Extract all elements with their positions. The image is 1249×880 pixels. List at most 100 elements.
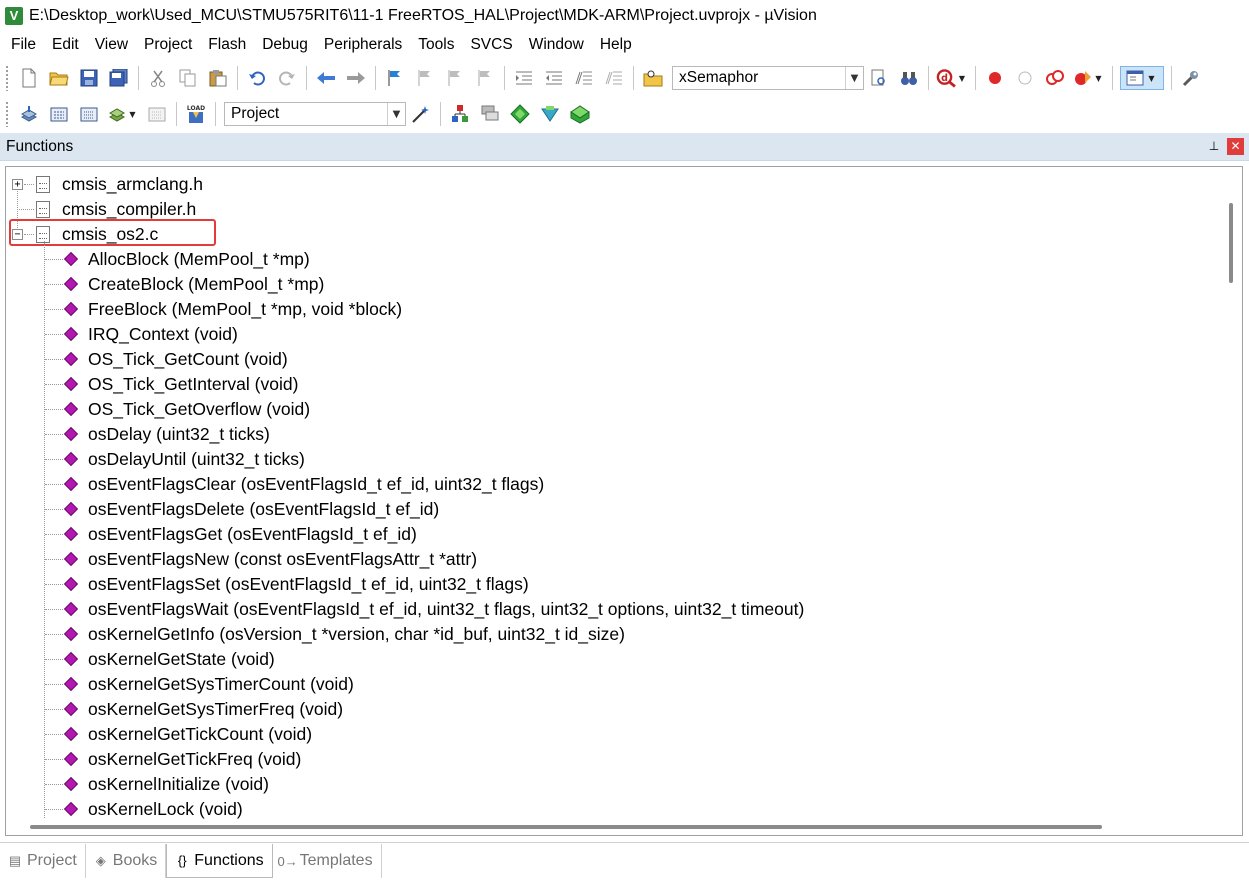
tree-function-item[interactable]: osEventFlagsDelete (osEventFlagsId_t ef_… xyxy=(88,497,439,522)
save-button[interactable] xyxy=(77,66,101,90)
tree-function-item[interactable]: osKernelGetTickCount (void) xyxy=(88,722,312,747)
function-signature: OS_Tick_GetOverflow (void) xyxy=(88,399,311,419)
tree-function-item[interactable]: osEventFlagsSet (osEventFlagsId_t ef_id,… xyxy=(88,572,529,597)
tab-label: Functions xyxy=(194,851,264,869)
translate-button[interactable] xyxy=(17,102,41,126)
chevron-down-icon[interactable]: ▼ xyxy=(129,110,135,119)
tab-books[interactable]: ◈ Books xyxy=(86,844,167,878)
vertical-scrollbar[interactable] xyxy=(1220,167,1242,819)
find-combo[interactable]: xSemaphor ▼ xyxy=(672,66,864,90)
menu-debug[interactable]: Debug xyxy=(254,32,316,58)
tree-function-item[interactable]: osKernelInitialize (void) xyxy=(88,772,269,797)
tree-function-item[interactable]: osEventFlagsWait (osEventFlagsId_t ef_id… xyxy=(88,597,804,622)
menu-edit[interactable]: Edit xyxy=(44,32,87,58)
disable-all-breakpoints-button[interactable] xyxy=(1043,66,1067,90)
vertical-scroll-thumb[interactable] xyxy=(1229,203,1233,283)
tree-function-item[interactable]: OS_Tick_GetInterval (void) xyxy=(88,372,298,397)
navigate-back-button[interactable] xyxy=(314,66,338,90)
insert-breakpoint-button[interactable] xyxy=(983,66,1007,90)
binoculars-icon xyxy=(901,72,917,85)
tree-function-item[interactable]: AllocBlock (MemPool_t *mp) xyxy=(88,247,310,272)
save-all-button[interactable] xyxy=(107,66,131,90)
menu-view[interactable]: View xyxy=(87,32,136,58)
chevron-down-icon[interactable]: ▼ xyxy=(1095,74,1101,83)
tree-function-item[interactable]: osKernelLock (void) xyxy=(88,797,243,819)
tree-function-item[interactable]: osKernelGetInfo (osVersion_t *version, c… xyxy=(88,622,625,647)
tree-function-item[interactable]: CreateBlock (MemPool_t *mp) xyxy=(88,272,324,297)
manage-project-items-button[interactable] xyxy=(448,102,472,126)
uncomment-button[interactable] xyxy=(602,66,626,90)
chevron-down-icon[interactable]: ▼ xyxy=(1148,74,1154,83)
configure-button[interactable] xyxy=(1179,66,1203,90)
manage-multi-project-button[interactable] xyxy=(478,102,502,126)
enable-breakpoint-button[interactable] xyxy=(1013,66,1037,90)
toolbar-grip[interactable] xyxy=(5,101,9,127)
tree-function-item[interactable]: osKernelGetTickFreq (void) xyxy=(88,747,301,772)
unindent-button[interactable] xyxy=(542,66,566,90)
tree-function-item[interactable]: osDelayUntil (uint32_t ticks) xyxy=(88,447,305,472)
menu-peripherals[interactable]: Peripherals xyxy=(316,32,410,58)
tab-project[interactable]: ▤ Project xyxy=(0,844,86,878)
tree-function-item[interactable]: OS_Tick_GetOverflow (void) xyxy=(88,397,310,422)
comment-button[interactable] xyxy=(572,66,596,90)
insert-bookmark-button[interactable] xyxy=(383,66,407,90)
tree-function-item[interactable]: osDelay (uint32_t ticks) xyxy=(88,422,270,447)
horizontal-scrollbar[interactable] xyxy=(6,819,1220,835)
undo-button[interactable] xyxy=(245,66,269,90)
find-references-button[interactable] xyxy=(897,66,921,90)
tree-function-item[interactable]: osEventFlagsClear (osEventFlagsId_t ef_i… xyxy=(88,472,544,497)
close-icon[interactable]: ✕ xyxy=(1227,138,1244,155)
pin-icon[interactable]: ⊥ xyxy=(1207,139,1221,155)
paste-button[interactable] xyxy=(206,66,230,90)
pack-installer-button[interactable] xyxy=(568,102,592,126)
previous-bookmark-button[interactable] xyxy=(413,66,437,90)
menu-project[interactable]: Project xyxy=(136,32,200,58)
build-button[interactable] xyxy=(47,102,71,126)
indent-button[interactable] xyxy=(512,66,536,90)
tab-templates[interactable]: 0→ Templates xyxy=(273,844,382,878)
select-target-combo[interactable]: Project ▼ xyxy=(224,102,406,126)
find-in-files-button[interactable] xyxy=(641,66,665,90)
chevron-down-icon[interactable]: ▼ xyxy=(845,67,863,89)
rebuild-button[interactable] xyxy=(77,102,101,126)
tree-function-item[interactable]: IRQ_Context (void) xyxy=(88,322,238,347)
tree-function-item[interactable]: osKernelGetSysTimerFreq (void) xyxy=(88,697,343,722)
download-button[interactable]: LOAD xyxy=(184,102,208,126)
tree-function-item[interactable]: osEventFlagsGet (osEventFlagsId_t ef_id) xyxy=(88,522,417,547)
toolbar-grip[interactable] xyxy=(5,65,9,91)
window-layout-button[interactable]: ▼ xyxy=(1120,66,1164,90)
tree-function-item[interactable]: osEventFlagsNew (const osEventFlagsAttr_… xyxy=(88,547,477,572)
clear-bookmarks-button[interactable] xyxy=(473,66,497,90)
tree-function-item[interactable]: osKernelGetSysTimerCount (void) xyxy=(88,672,354,697)
open-file-button[interactable] xyxy=(47,66,71,90)
menu-file[interactable]: File xyxy=(3,32,44,58)
chevron-down-icon[interactable]: ▼ xyxy=(959,74,965,83)
cut-button[interactable] xyxy=(146,66,170,90)
menu-svcs[interactable]: SVCS xyxy=(462,32,520,58)
start-debug-button[interactable]: d ▼ xyxy=(936,66,968,90)
stop-build-button[interactable] xyxy=(145,102,169,126)
tree-function-item[interactable]: OS_Tick_GetCount (void) xyxy=(88,347,288,372)
options-for-target-button[interactable] xyxy=(409,102,433,126)
menu-window[interactable]: Window xyxy=(521,32,592,58)
copy-button[interactable] xyxy=(176,66,200,90)
chevron-down-icon[interactable]: ▼ xyxy=(387,103,405,125)
next-bookmark-button[interactable] xyxy=(443,66,467,90)
new-file-button[interactable] xyxy=(17,66,41,90)
menu-flash[interactable]: Flash xyxy=(200,32,254,58)
batch-build-button[interactable]: ▼ xyxy=(107,102,139,126)
tree-expander-icon[interactable]: + xyxy=(12,179,23,190)
menu-tools[interactable]: Tools xyxy=(410,32,462,58)
tree-function-item[interactable]: FreeBlock (MemPool_t *mp, void *block) xyxy=(88,297,402,322)
tree-function-item[interactable]: osKernelGetState (void) xyxy=(88,647,275,672)
tab-functions[interactable]: {} Functions xyxy=(166,844,273,878)
select-software-packs-button[interactable] xyxy=(538,102,562,126)
manage-run-time-environment-button[interactable] xyxy=(508,102,532,126)
redo-button[interactable] xyxy=(275,66,299,90)
menu-help[interactable]: Help xyxy=(592,32,640,58)
incremental-find-button[interactable] xyxy=(867,66,891,90)
navigate-forward-button[interactable] xyxy=(344,66,368,90)
tree-file-item[interactable]: cmsis_armclang.h xyxy=(62,172,203,197)
horizontal-scroll-thumb[interactable] xyxy=(30,825,1102,829)
kill-all-breakpoints-button[interactable]: ▼ xyxy=(1073,66,1105,90)
